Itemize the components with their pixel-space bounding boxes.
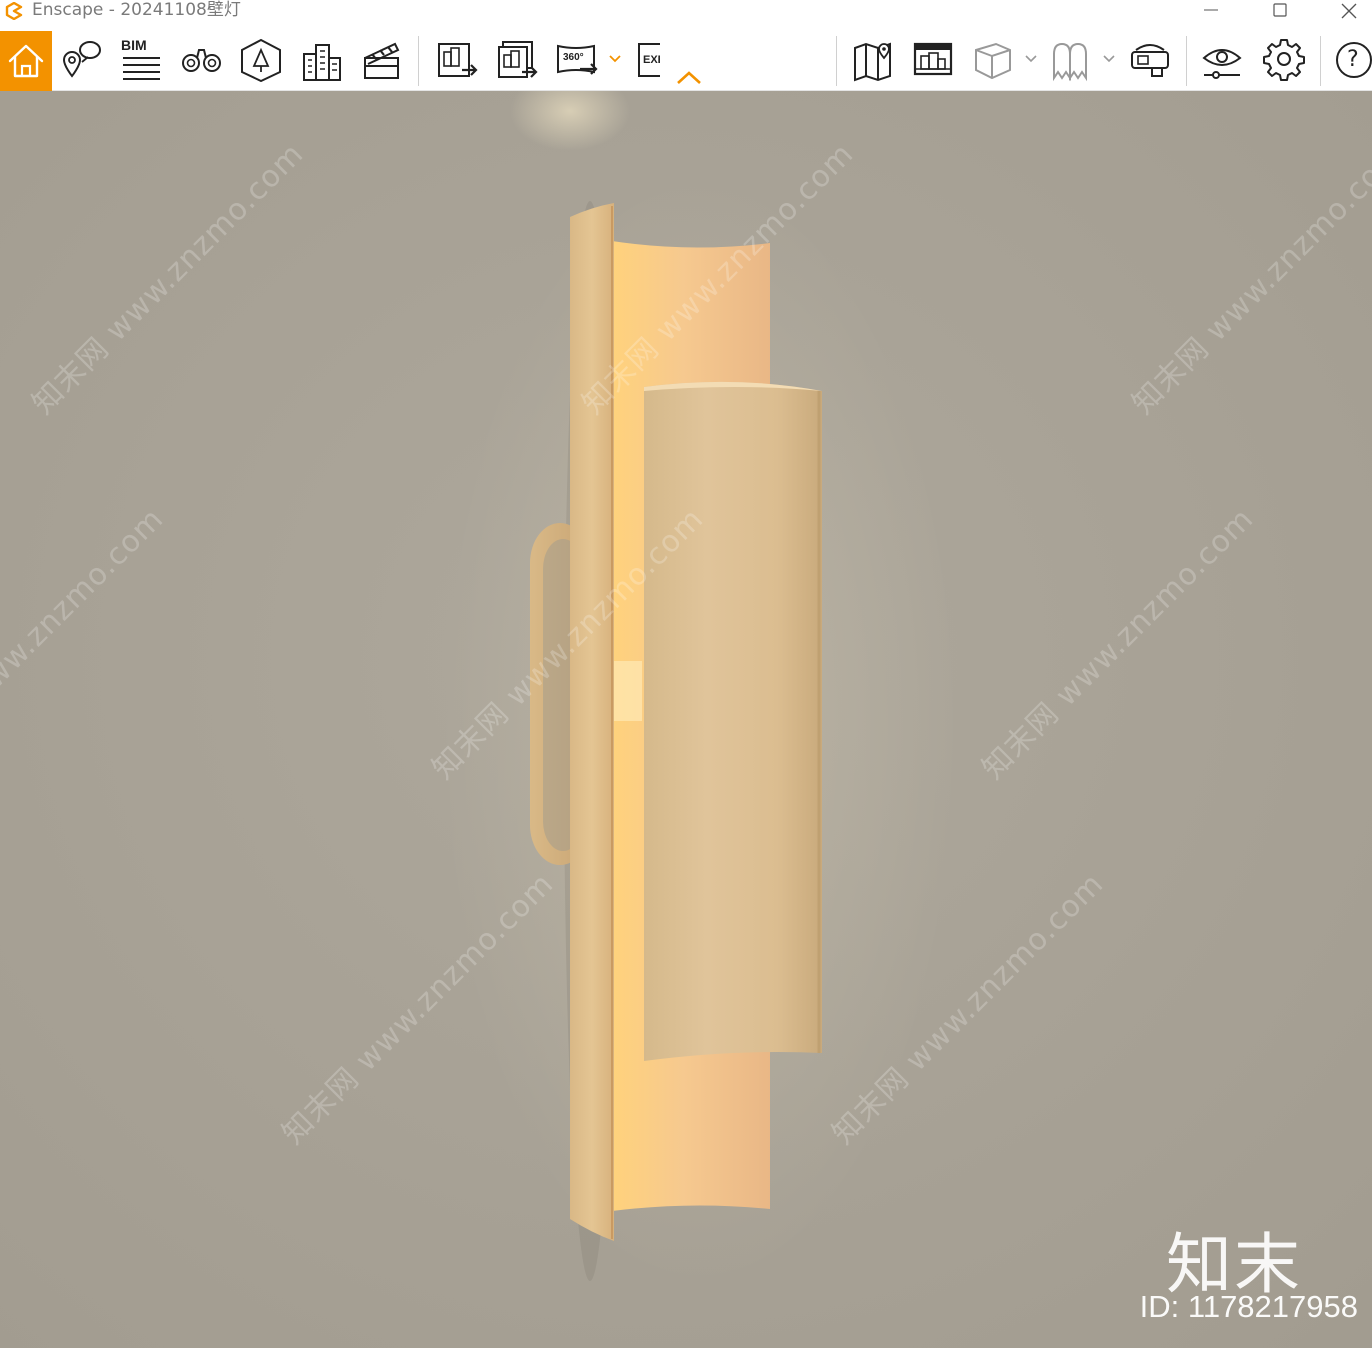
toolbar-separator (1320, 36, 1321, 86)
location-pin-icon (62, 41, 101, 78)
batch-render-button[interactable] (496, 36, 542, 82)
chevron-down-icon[interactable] (608, 52, 622, 66)
vr-headset-icon (1131, 44, 1169, 77)
ghost-icon (1053, 42, 1087, 82)
close-button[interactable] (1326, 0, 1372, 22)
render-image-icon (438, 43, 478, 77)
maximize-button[interactable] (1257, 0, 1303, 22)
chevron-up-icon[interactable] (676, 70, 702, 86)
chevron-down-icon[interactable] (1102, 52, 1116, 66)
asset-library-icon (241, 38, 281, 82)
visual-settings-button[interactable] (1200, 36, 1246, 82)
exe-label: EXE (643, 54, 660, 66)
home-icon (8, 44, 44, 78)
map-button[interactable] (852, 36, 898, 82)
batch-render-icon (498, 41, 538, 78)
brand-id: ID: 1178217958 (1139, 1289, 1358, 1324)
window-title: Enscape - 20241108壁灯 (32, 0, 241, 20)
home-button[interactable] (0, 31, 52, 91)
binoculars-icon (182, 49, 221, 72)
export-exe-button[interactable]: EXE (636, 36, 660, 82)
general-settings-button[interactable] (1262, 36, 1308, 82)
buildings-button[interactable] (300, 36, 346, 82)
minimize-icon (1204, 9, 1218, 11)
gear-icon (1263, 39, 1305, 81)
vr-button[interactable] (1128, 36, 1174, 82)
bim-label: BIM (121, 37, 147, 53)
toolbar-separator (836, 36, 837, 86)
render-image-button[interactable] (436, 36, 482, 82)
toolbar-separator (1186, 36, 1187, 86)
enscape-logo-icon (5, 2, 23, 20)
eye-settings-icon (1202, 49, 1242, 79)
maximize-icon (1273, 3, 1287, 17)
title-bar: Enscape - 20241108壁灯 (0, 0, 1372, 22)
views-button[interactable] (60, 36, 106, 82)
bim-button[interactable]: BIM (120, 36, 166, 82)
main-toolbar: BIM 360° EX ? (0, 22, 1372, 91)
video-editor-button[interactable] (360, 36, 406, 82)
panorama-label: 360° (563, 52, 584, 63)
help-button[interactable]: ? (1334, 36, 1372, 82)
wall-lamp-render (0, 91, 1372, 1348)
ghost-button[interactable] (1050, 36, 1096, 82)
map-icon (854, 42, 891, 82)
render-viewport[interactable]: 知末网 www.znzmo.com 知末网 www.znzmo.com 知末网 … (0, 91, 1372, 1348)
toolbar-separator (418, 36, 419, 86)
chevron-down-icon[interactable] (1024, 52, 1038, 66)
window-icon (913, 42, 953, 76)
close-icon (1341, 3, 1357, 19)
asset-library-button[interactable] (240, 36, 286, 82)
buildings-icon (303, 44, 341, 81)
material-editor-button[interactable] (912, 36, 958, 82)
cube-button[interactable] (972, 36, 1018, 82)
clapperboard-icon (364, 42, 400, 79)
cube-icon (975, 42, 1011, 80)
binoculars-button[interactable] (180, 36, 226, 82)
minimize-button[interactable] (1188, 0, 1234, 22)
panorama-button[interactable]: 360° (556, 36, 602, 82)
help-label: ? (1347, 47, 1359, 72)
